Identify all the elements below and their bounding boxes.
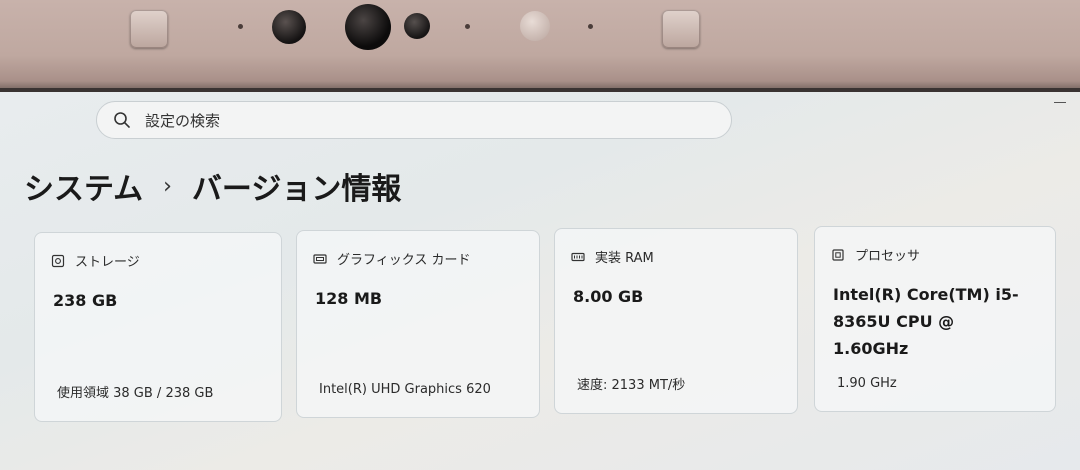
chevron-right-icon: › [163, 173, 172, 199]
processor-title: プロセッサ [855, 249, 921, 264]
graphics-card-icon [313, 253, 327, 264]
graphics-detail: Intel(R) UHD Graphics 620 [319, 382, 491, 397]
storage-icon [51, 254, 65, 267]
settings-window: 設定の検索 システム › バージョン情報 ストレージ 238 GB 使用領域 3… [0, 92, 1080, 470]
storage-detail: 使用領域 38 GB / 238 GB [57, 386, 214, 401]
storage-value: 238 GB [53, 291, 118, 310]
storage-card: ストレージ 238 GB 使用領域 38 GB / 238 GB [34, 232, 282, 422]
minimize-button[interactable] [1054, 102, 1066, 103]
processor-card: プロセッサ Intel(R) Core(TM) i5-8365U CPU @ 1… [814, 226, 1056, 412]
camera-lens [345, 4, 391, 50]
search-box[interactable]: 設定の検索 [96, 101, 732, 139]
search-icon [114, 112, 130, 128]
page-title: バージョン情報 [191, 172, 402, 207]
search-input[interactable]: 設定の検索 [145, 110, 220, 131]
bezel-dot [465, 24, 470, 29]
camera-ir [404, 13, 430, 39]
bezel-sensor-right [662, 10, 700, 48]
camera-sensor [272, 10, 306, 44]
ram-value: 8.00 GB [573, 287, 644, 306]
ambient-light-sensor [520, 11, 550, 41]
processor-icon [832, 248, 844, 261]
ram-detail: 速度: 2133 MT/秒 [577, 378, 686, 393]
graphics-value: 128 MB [315, 289, 383, 308]
graphics-title: グラフィックス カード [337, 253, 471, 268]
bezel-dot [588, 24, 593, 29]
processor-value: Intel(R) Core(TM) i5-8365U CPU @ 1.60GHz [833, 285, 1019, 358]
ram-card: 実装 RAM 8.00 GB 速度: 2133 MT/秒 [554, 228, 798, 414]
laptop-bezel [0, 0, 1080, 92]
bezel-dot [238, 24, 243, 29]
processor-detail: 1.90 GHz [837, 376, 897, 391]
ram-title: 実装 RAM [595, 251, 654, 266]
breadcrumb-parent[interactable]: システム [24, 164, 143, 208]
ram-icon [571, 252, 585, 261]
storage-title: ストレージ [75, 255, 140, 270]
graphics-card: グラフィックス カード 128 MB Intel(R) UHD Graphics… [296, 230, 540, 418]
bezel-sensor-left [130, 10, 168, 48]
breadcrumb: システム › バージョン情報 [24, 164, 401, 208]
